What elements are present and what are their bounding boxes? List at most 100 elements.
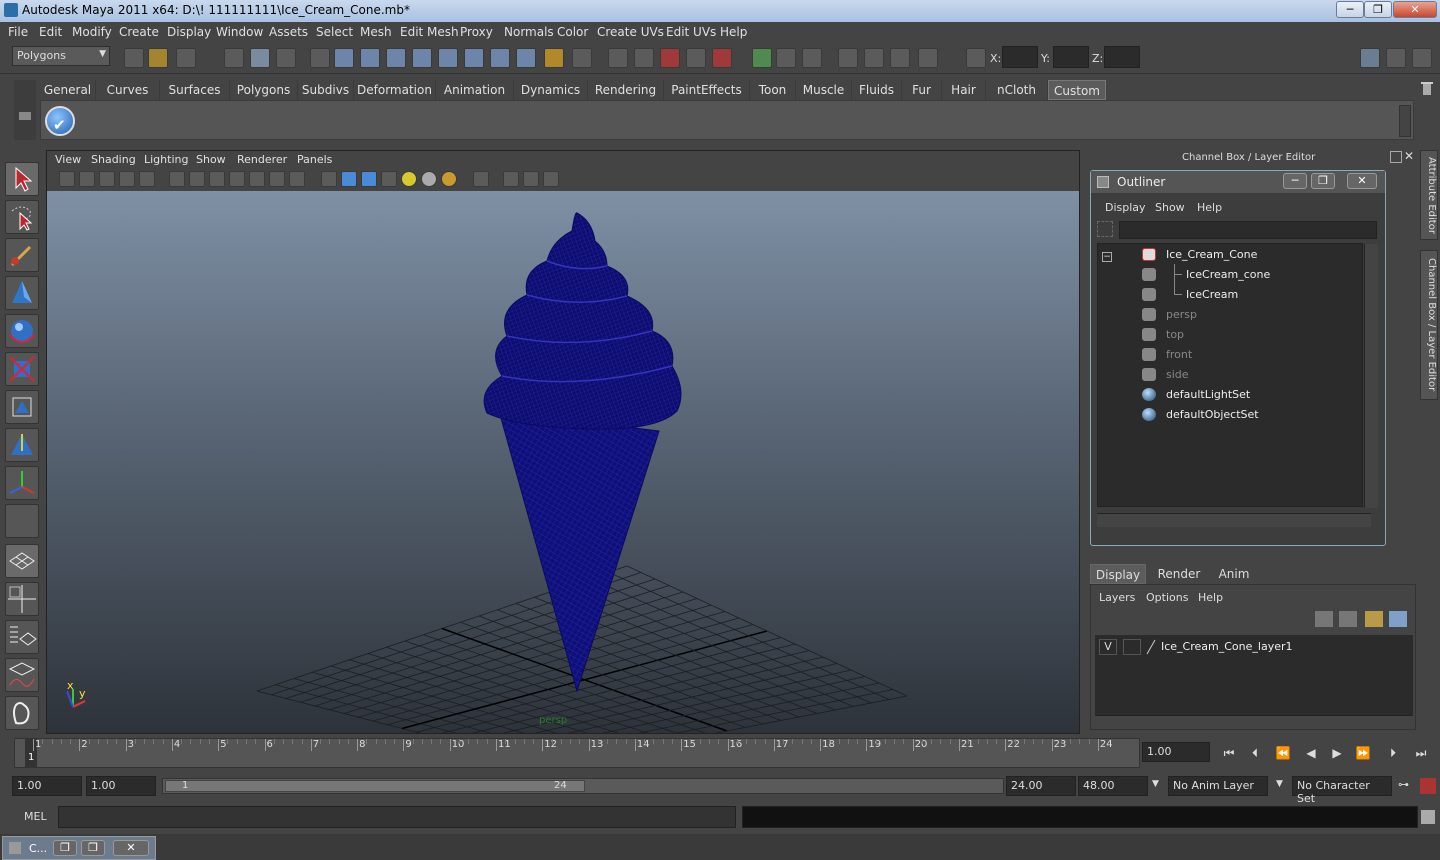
lock-selection-icon[interactable] bbox=[544, 48, 564, 68]
tab-custom[interactable]: Custom bbox=[1048, 80, 1106, 100]
select-hierarchy-icon[interactable] bbox=[224, 48, 244, 68]
tab-painteffects[interactable]: PaintEffects bbox=[664, 80, 750, 100]
new-scene-icon[interactable] bbox=[124, 48, 144, 68]
menu-normals[interactable]: Normals bbox=[504, 25, 554, 39]
textured-icon[interactable] bbox=[381, 171, 397, 187]
selection-mask-icon[interactable] bbox=[310, 48, 330, 68]
grid-toggle-icon[interactable] bbox=[169, 171, 185, 187]
lasso-tool-icon[interactable] bbox=[5, 200, 39, 234]
input-output-icon[interactable] bbox=[752, 48, 772, 68]
layer-scrollbar-horizontal[interactable] bbox=[1095, 715, 1413, 729]
show-manipulator-icon[interactable] bbox=[5, 466, 39, 500]
z-input[interactable] bbox=[1104, 46, 1140, 68]
minimize-button[interactable]: ─ bbox=[1336, 1, 1364, 18]
outliner-filter-icon[interactable] bbox=[1097, 221, 1113, 237]
current-time-field[interactable]: 1.00 bbox=[1142, 742, 1210, 762]
new-empty-layer-icon[interactable] bbox=[1365, 611, 1383, 627]
ipr-render-icon[interactable] bbox=[864, 48, 884, 68]
step-forward-frame-icon[interactable]: ⏩ bbox=[1354, 746, 1372, 762]
two-d-pan-zoom-icon[interactable] bbox=[139, 171, 155, 187]
layer-display-type-toggle[interactable] bbox=[1123, 639, 1141, 655]
outliner-minimize-button[interactable]: ─ bbox=[1283, 173, 1307, 189]
key-icon[interactable]: ⊶ bbox=[1398, 778, 1409, 791]
tab-subdivs[interactable]: Subdivs bbox=[298, 80, 354, 100]
scale-tool-icon[interactable] bbox=[5, 352, 39, 386]
go-to-start-icon[interactable]: ⏮ bbox=[1220, 746, 1238, 762]
viewport-menu-panels[interactable]: Panels bbox=[297, 153, 332, 166]
tab-polygons[interactable]: Polygons bbox=[230, 80, 298, 100]
time-slider[interactable]: 1 1 2 3 4 5 6 7 8 9 10 11 12 13 14 15 16 17 18 19 20 21 22 23 2… bbox=[14, 738, 1140, 768]
safe-action-icon[interactable] bbox=[269, 171, 285, 187]
collapse-toggle-icon[interactable]: − bbox=[1102, 252, 1112, 262]
step-back-key-icon[interactable]: ⏴ bbox=[1246, 746, 1264, 762]
render-settings-icon[interactable] bbox=[890, 48, 910, 68]
smooth-shade-icon[interactable] bbox=[341, 171, 357, 187]
outliner-menu-display[interactable]: Display bbox=[1105, 201, 1146, 214]
wireframe-icon[interactable] bbox=[321, 171, 337, 187]
tab-muscle[interactable]: Muscle bbox=[796, 80, 852, 100]
menu-color[interactable]: Color bbox=[557, 25, 588, 39]
start-time-field[interactable]: 1.00 bbox=[12, 776, 82, 796]
hypershade-icon[interactable] bbox=[918, 48, 938, 68]
tab-surfaces[interactable]: Surfaces bbox=[160, 80, 230, 100]
isolate-select-icon[interactable] bbox=[473, 171, 489, 187]
tab-deformation[interactable]: Deformation bbox=[354, 80, 436, 100]
tab-channel-box[interactable]: Channel Box / Layer Editor bbox=[1420, 250, 1438, 400]
scene-canvas[interactable]: persp y x bbox=[47, 191, 1079, 733]
viewport-scene[interactable]: persp y x bbox=[47, 191, 1079, 733]
menu-mesh[interactable]: Mesh bbox=[360, 25, 392, 39]
layer-menu-layers[interactable]: Layers bbox=[1099, 591, 1135, 604]
viewport-menu-renderer[interactable]: Renderer bbox=[237, 153, 287, 166]
minimized-window[interactable]: C... ❐ ❐ ✕ bbox=[2, 836, 156, 860]
hand-tool-icon[interactable] bbox=[5, 696, 39, 730]
persp-outliner-layout-icon[interactable] bbox=[5, 620, 39, 654]
tab-render[interactable]: Render bbox=[1150, 564, 1208, 584]
tab-anim[interactable]: Anim bbox=[1210, 564, 1258, 584]
maximize-button[interactable]: ❐ bbox=[1364, 1, 1392, 18]
menu-edit-uvs[interactable]: Edit UVs bbox=[666, 25, 716, 39]
render-current-frame-icon[interactable] bbox=[838, 48, 858, 68]
tab-toon[interactable]: Toon bbox=[750, 80, 796, 100]
resolution-gate-icon[interactable] bbox=[209, 171, 225, 187]
menu-edit-mesh[interactable]: Edit Mesh bbox=[400, 25, 459, 39]
viewport-menu-view[interactable]: View bbox=[55, 153, 81, 166]
menu-proxy[interactable]: Proxy bbox=[460, 25, 493, 39]
play-forwards-icon[interactable]: ▶ bbox=[1328, 746, 1346, 762]
character-set-selector[interactable]: No Character Set bbox=[1292, 776, 1392, 805]
outliner-close-button[interactable]: ✕ bbox=[1347, 173, 1377, 189]
tab-animation[interactable]: Animation bbox=[436, 80, 514, 100]
shelf-scrollbar[interactable] bbox=[1399, 105, 1411, 137]
layer-row[interactable]: V Ice_Cream_Cone_layer1 bbox=[1099, 639, 1409, 657]
outliner-maximize-button[interactable]: ❐ bbox=[1311, 173, 1335, 189]
open-scene-icon[interactable] bbox=[148, 48, 168, 68]
safe-title-icon[interactable] bbox=[289, 171, 305, 187]
tab-rendering[interactable]: Rendering bbox=[588, 80, 664, 100]
menu-create-uvs[interactable]: Create UVs bbox=[597, 25, 664, 39]
paint-select-tool-icon[interactable] bbox=[5, 238, 39, 272]
menu-assets[interactable]: Assets bbox=[269, 25, 308, 39]
menu-window[interactable]: Window bbox=[216, 25, 263, 39]
checkmark-icon[interactable]: ✔ bbox=[45, 106, 75, 136]
use-all-lights-icon[interactable] bbox=[401, 171, 417, 187]
show-attribute-editor-icon[interactable] bbox=[1360, 48, 1380, 68]
anim-layer-selector[interactable]: No Anim Layer bbox=[1168, 776, 1268, 796]
snap-point-icon[interactable] bbox=[660, 48, 680, 68]
select-deformations-icon[interactable] bbox=[438, 48, 458, 68]
soft-modification-icon[interactable] bbox=[5, 428, 39, 462]
move-layer-up-icon[interactable] bbox=[1315, 611, 1333, 627]
high-quality-icon[interactable] bbox=[441, 171, 457, 187]
minimized-maximize-button[interactable]: ❐ bbox=[81, 840, 105, 856]
single-perspective-layout-icon[interactable] bbox=[5, 544, 39, 578]
image-plane-icon[interactable] bbox=[119, 171, 135, 187]
select-surfaces-icon[interactable] bbox=[412, 48, 432, 68]
step-back-frame-icon[interactable]: ⏪ bbox=[1274, 746, 1292, 762]
menu-create[interactable]: Create bbox=[119, 25, 159, 39]
film-gate-icon[interactable] bbox=[189, 171, 205, 187]
tab-dynamics[interactable]: Dynamics bbox=[514, 80, 588, 100]
y-input[interactable] bbox=[1053, 46, 1089, 68]
select-component-icon[interactable] bbox=[276, 48, 296, 68]
x-input[interactable] bbox=[1002, 46, 1038, 68]
xray-joints-icon[interactable] bbox=[523, 171, 539, 187]
layer-color-swatch[interactable] bbox=[1145, 639, 1157, 655]
select-joints-icon[interactable] bbox=[360, 48, 380, 68]
